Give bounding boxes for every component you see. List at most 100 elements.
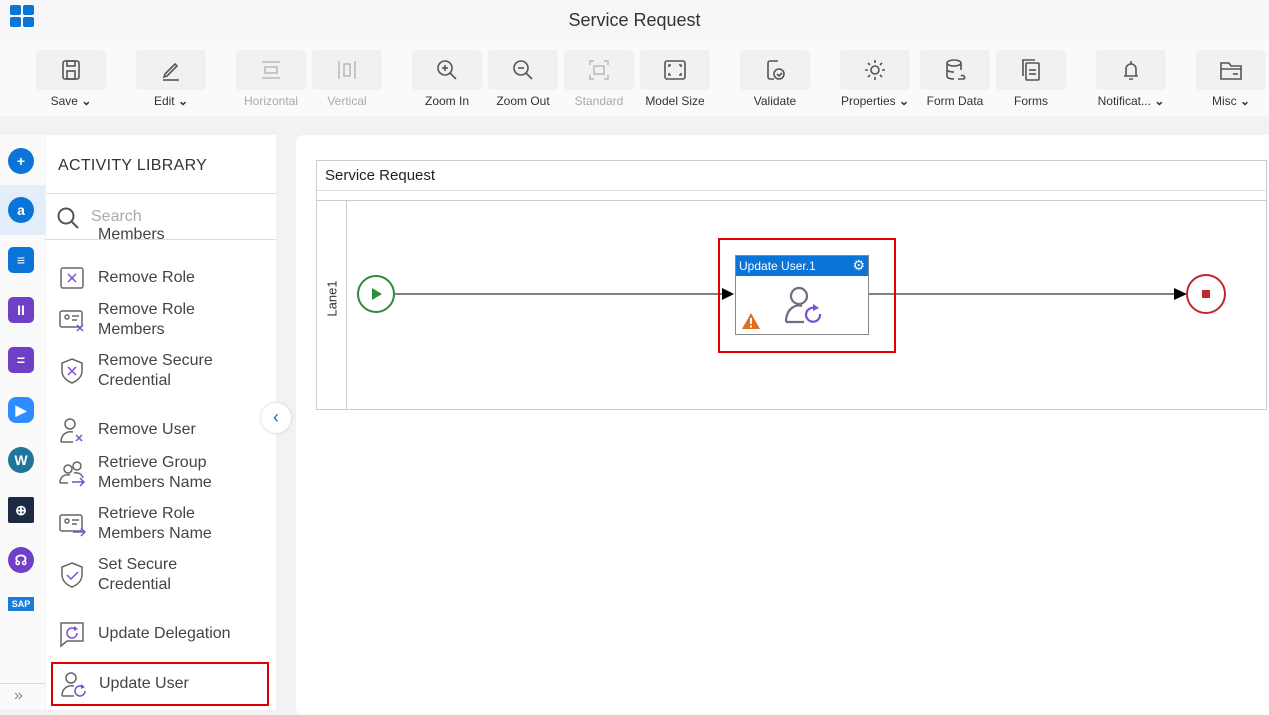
ii-icon[interactable]: II <box>8 297 34 323</box>
search-icon <box>57 207 79 229</box>
misc-label[interactable]: Misc ⌄ <box>1186 94 1269 108</box>
list-item-partial[interactable]: Members <box>98 227 165 239</box>
folder-icon <box>1220 62 1242 80</box>
library-item-retrieve-role-members-name[interactable]: Retrieve Role Members Name <box>46 501 276 547</box>
label-text: Horizontal <box>243 94 299 108</box>
forms-label[interactable]: Forms <box>986 94 1076 108</box>
save-button[interactable] <box>36 50 106 90</box>
library-item-remove-secure-credential[interactable]: Remove Secure Credential <box>46 348 276 394</box>
validate-button[interactable] <box>740 50 810 90</box>
library-item-update-delegation[interactable]: Update Delegation <box>46 611 276 657</box>
twilio-icon[interactable]: ⊕ <box>8 497 34 523</box>
support-icon[interactable]: ☊ <box>8 547 34 573</box>
library-item-remove-role[interactable]: Remove Role <box>46 255 276 301</box>
library-title: ACTIVITY LIBRARY <box>58 157 208 174</box>
chevron-down-icon[interactable]: ⌄ <box>1237 94 1250 108</box>
properties-button[interactable] <box>840 50 910 90</box>
update-user-icon <box>784 286 822 324</box>
notificat-label[interactable]: Notificat... ⌄ <box>1086 94 1176 108</box>
properties-label[interactable]: Properties ⌄ <box>830 94 920 108</box>
label-text: Notificat... <box>1097 94 1151 108</box>
wordpress-icon[interactable]: W <box>8 447 34 473</box>
save-label[interactable]: Save ⌄ <box>26 94 116 108</box>
set-credential-icon <box>58 561 86 589</box>
chat-icon[interactable]: = <box>8 347 34 373</box>
horizontal-button <box>236 50 306 90</box>
zoom-out-button[interactable] <box>488 50 558 90</box>
chevron-down-icon[interactable]: ⌄ <box>1151 94 1164 108</box>
collapse-panel-button[interactable]: ‹ <box>261 403 291 433</box>
sap-icon[interactable]: SAP <box>8 597 34 611</box>
page-title: Service Request <box>568 10 701 30</box>
remove-role-icon <box>58 264 86 292</box>
remove-role-members-icon <box>58 306 86 334</box>
library-item-label: Remove Role <box>98 269 195 286</box>
misc-button[interactable] <box>1196 50 1266 90</box>
standard-icon <box>589 60 609 80</box>
gear-icon[interactable]: ⚙ <box>852 257 865 274</box>
library-item-label: Update Delegation <box>98 625 231 642</box>
form-data-button[interactable] <box>920 50 990 90</box>
retrieve-role-icon <box>58 510 87 538</box>
label-text: Edit <box>153 94 175 108</box>
label-text: Properties <box>840 94 896 108</box>
gear-icon <box>865 60 885 80</box>
edit-label[interactable]: Edit ⌄ <box>126 94 216 108</box>
activity-library: ACTIVITY LIBRARY Search Members Remove R… <box>46 135 276 710</box>
pool-title: Service Request <box>325 167 436 184</box>
library-item-label: Retrieve Role Members Name <box>98 505 212 542</box>
library-item-label: Remove Role Members <box>98 301 195 338</box>
forms-icon <box>1022 59 1040 81</box>
retrieve-group-icon <box>58 459 86 487</box>
end-event[interactable] <box>1186 274 1226 314</box>
validate-icon <box>767 60 785 80</box>
library-item-remove-user[interactable]: Remove User <box>46 407 276 453</box>
model-size-icon <box>664 60 686 80</box>
library-item-remove-role-members[interactable]: Remove Role Members <box>46 297 276 343</box>
warning-icon <box>742 313 760 329</box>
model-size-button[interactable] <box>640 50 710 90</box>
add-icon[interactable]: + <box>8 148 34 174</box>
label-text: Zoom Out <box>496 94 550 108</box>
standard-button <box>564 50 634 90</box>
zoom-app-icon[interactable]: ▶ <box>8 397 34 423</box>
edit-button[interactable] <box>136 50 206 90</box>
label-text: Form Data <box>926 94 984 108</box>
chevron-down-icon[interactable]: ⌄ <box>175 94 188 108</box>
app-rail: + a ≡ II = ▶ W ⊕ ☊ SAP » <box>0 135 45 710</box>
bell-icon <box>1124 61 1138 80</box>
update-user-icon <box>59 670 87 698</box>
zoom-in-button[interactable] <box>412 50 482 90</box>
clipboard-icon[interactable]: ≡ <box>8 247 34 273</box>
expand-icon[interactable]: » <box>14 687 23 705</box>
save-icon <box>62 60 80 80</box>
zoom-in-icon <box>437 60 457 80</box>
process-icon[interactable]: a <box>8 197 34 223</box>
forms-button[interactable] <box>996 50 1066 90</box>
library-item-label: Remove Secure Credential <box>98 352 213 389</box>
library-item-retrieve-group-members-name[interactable]: Retrieve Group Members Name <box>46 450 276 496</box>
horizontal-icon <box>262 61 280 79</box>
validate-label[interactable]: Validate <box>730 94 820 108</box>
model-size-label[interactable]: Model Size <box>630 94 720 108</box>
chevron-down-icon[interactable]: ⌄ <box>896 94 909 108</box>
task-update-user[interactable]: Update User.1 ⚙ <box>735 255 869 335</box>
vertical-icon <box>338 61 356 79</box>
remove-user-icon <box>58 416 86 444</box>
library-item-update-user[interactable]: Update User <box>51 662 269 706</box>
lane-header: Lane1 <box>317 201 347 410</box>
library-item-set-secure-credential[interactable]: Set Secure Credential <box>46 552 276 598</box>
vertical-button <box>312 50 382 90</box>
library-item-label: Update User <box>99 675 189 692</box>
remove-credential-icon <box>58 357 86 385</box>
label-text: Forms <box>1014 94 1048 108</box>
pencil-icon <box>162 62 179 81</box>
label-text: Validate <box>753 94 797 108</box>
chevron-down-icon[interactable]: ⌄ <box>78 94 91 108</box>
notificat-button[interactable] <box>1096 50 1166 90</box>
update-delegation-icon <box>58 620 86 648</box>
start-event[interactable] <box>357 275 395 313</box>
task-label: Update User.1 <box>739 259 816 273</box>
database-icon <box>946 59 966 80</box>
title-bar: Service Request <box>0 0 1269 40</box>
